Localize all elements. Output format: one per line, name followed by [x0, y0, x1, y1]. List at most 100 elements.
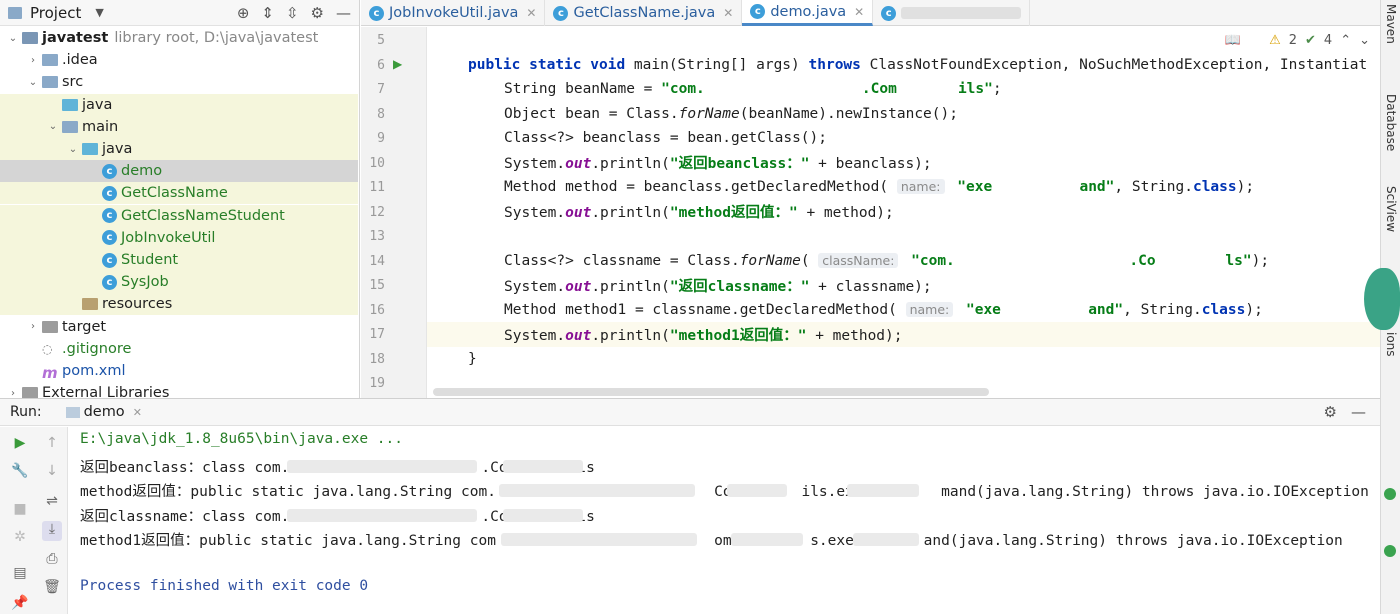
tab-jobinvokeutil[interactable]: c JobInvokeUtil.java ✕	[361, 0, 546, 26]
code-line[interactable]: String beanName = "com. .Com ils";	[427, 77, 1380, 102]
tree-item-resources[interactable]: resources	[0, 293, 358, 316]
tab-getclassname[interactable]: c GetClassName.java ✕	[545, 0, 743, 26]
tree-item-label: pom.xml	[62, 363, 126, 379]
locate-icon[interactable]: ⊕	[237, 4, 250, 22]
code-line[interactable]: System.out.println("method返回值：" + method…	[427, 200, 1380, 225]
notifications-tool[interactable]: ions	[1384, 332, 1398, 357]
redaction	[499, 484, 695, 497]
wrench-icon[interactable]: 🔧	[10, 463, 30, 483]
down-arrow-icon[interactable]: ↓	[42, 463, 62, 483]
mascot-image	[1364, 268, 1400, 330]
chevron-down-icon[interactable]: ⌄	[6, 33, 20, 44]
run-tab-demo[interactable]: demo ✕	[64, 404, 142, 420]
scroll-to-end-icon[interactable]: ⤓	[42, 521, 62, 541]
source-folder-icon	[62, 98, 78, 111]
code-line[interactable]: public static void main(String[] args) t…	[427, 53, 1380, 78]
tree-item--gitignore[interactable]: ◌ .gitignore	[0, 338, 358, 360]
tree-item-main[interactable]: ⌄ main	[0, 115, 358, 138]
code-line[interactable]: System.out.println("返回classname：" + clas…	[427, 273, 1380, 298]
code-text: Method method = beanclass.getDeclaredMet…	[504, 179, 1255, 196]
sciview-tool[interactable]: SciView	[1384, 186, 1398, 232]
chevron-down-icon[interactable]: ⌄	[66, 144, 80, 155]
horizontal-scrollbar[interactable]	[433, 388, 989, 396]
gear-icon[interactable]: ⚙	[311, 4, 324, 22]
redaction	[853, 533, 919, 546]
tab-demo[interactable]: c demo.java ✕	[742, 0, 874, 26]
project-panel-title[interactable]: Project	[30, 4, 81, 22]
chevron-down-icon[interactable]: ⌄	[26, 77, 40, 88]
code-line[interactable]	[427, 224, 1380, 249]
tree-item-external-libraries[interactable]: › External Libraries	[0, 382, 358, 398]
chevron-down-icon[interactable]: ⌄	[46, 121, 60, 132]
reader-mode-icon[interactable]: 📖	[1225, 33, 1241, 48]
minimize-icon[interactable]: —	[336, 4, 351, 22]
tree-item-jobinvokeutil[interactable]: c JobInvokeUtil	[0, 226, 358, 249]
code-line[interactable]: System.out.println("method1返回值：" + metho…	[427, 322, 1380, 347]
up-arrow-icon[interactable]: ↑	[42, 435, 62, 455]
code-line[interactable]: Method method1 = classname.getDeclaredMe…	[427, 298, 1380, 323]
chevron-down-icon[interactable]: ⌄	[1359, 33, 1370, 48]
tree-item-java[interactable]: java	[0, 93, 358, 116]
chevron-down-icon[interactable]: ▼	[95, 6, 103, 19]
database-tool[interactable]: Database	[1384, 94, 1398, 151]
project-icon	[8, 6, 22, 19]
line-number: 18	[369, 351, 385, 367]
close-icon[interactable]: ✕	[723, 6, 733, 20]
chevron-right-icon[interactable]: ›	[6, 388, 20, 398]
code-line[interactable]: System.out.println("返回beanclass：" + bean…	[427, 151, 1380, 176]
collapse-all-icon[interactable]: ⇳	[286, 4, 299, 22]
rerun-icon[interactable]: ▶	[10, 435, 30, 455]
code-line[interactable]: Class<?> classname = Class.forName( clas…	[427, 249, 1380, 274]
stop-icon[interactable]: ■	[10, 501, 30, 521]
chevron-up-icon[interactable]: ⌃	[1340, 33, 1351, 48]
run-gutter-icon[interactable]: ▶	[393, 57, 402, 71]
tree-item-demo[interactable]: c demo	[0, 160, 358, 183]
trash-icon[interactable]: 🗑	[42, 579, 62, 599]
inspection-widget[interactable]: 📖 ⚠ 2 ✔ 4 ⌃ ⌄	[1225, 33, 1380, 48]
minimize-icon[interactable]: —	[1351, 403, 1366, 421]
code-text: Class<?> classname = Class.forName( clas…	[504, 252, 1270, 269]
debug-icon[interactable]: ✲	[10, 529, 30, 549]
tree-item-student[interactable]: c Student	[0, 249, 358, 271]
tree-item-label: .gitignore	[62, 340, 132, 357]
tab-blurred[interactable]: c	[873, 0, 1031, 26]
redaction	[501, 533, 697, 546]
warning-icon: ⚠	[1269, 33, 1281, 48]
maven-tool[interactable]: Maven	[1384, 4, 1398, 44]
tree-item-src[interactable]: ⌄ src	[0, 71, 358, 93]
close-icon[interactable]: ✕	[133, 406, 142, 419]
print-icon[interactable]: ⎙	[42, 551, 62, 571]
close-icon[interactable]: ✕	[526, 6, 536, 20]
code-line[interactable]: }	[427, 347, 1380, 372]
tree-item-getclassname[interactable]: c GetClassName	[0, 182, 358, 205]
close-icon[interactable]: ✕	[854, 5, 864, 19]
expand-all-icon[interactable]: ⇕	[261, 4, 274, 22]
code-line[interactable]: Method method = beanclass.getDeclaredMet…	[427, 175, 1380, 200]
tree-item-java[interactable]: ⌄ java	[0, 138, 358, 160]
run-tab-label: demo	[83, 404, 125, 420]
gear-icon[interactable]: ⚙	[1324, 403, 1337, 421]
maven-icon: m	[42, 364, 58, 382]
tree-item-label: SysJob	[121, 274, 169, 291]
chevron-right-icon[interactable]: ›	[26, 55, 40, 66]
run-console[interactable]: E:\java\jdk_1.8_8u65\bin\java.exe ... 返回…	[69, 427, 1380, 614]
soft-wrap-icon[interactable]: ⇌	[42, 493, 62, 513]
tree-item-sysjob[interactable]: c SysJob	[0, 271, 358, 294]
line-number: 5	[377, 33, 385, 48]
pin-icon[interactable]: 📌	[10, 595, 30, 614]
console-line: E:\java\jdk_1.8_8u65\bin\java.exe ...	[80, 431, 404, 447]
code-line[interactable]: Object bean = Class.forName(beanName).ne…	[427, 102, 1380, 127]
code-editor[interactable]: 5 6 public static void main(String[] args)…	[361, 27, 1380, 398]
tree-item-javatest[interactable]: ⌄ javatest library root, D:\java\javatest	[0, 27, 358, 49]
code-line[interactable]: Class<?> beanclass = bean.getClass();	[427, 126, 1380, 151]
tree-item-label: main	[82, 118, 119, 135]
layout-icon[interactable]: ▤	[10, 565, 30, 585]
tree-item-pom-xml[interactable]: m pom.xml	[0, 360, 358, 382]
tree-item--idea[interactable]: › .idea	[0, 49, 358, 71]
chevron-right-icon[interactable]: ›	[26, 321, 40, 332]
code-text: public static void main(String[] args) t…	[468, 56, 1368, 73]
tree-item-target[interactable]: › target	[0, 316, 358, 338]
class-icon: c	[102, 163, 117, 179]
code-text: Object bean = Class.forName(beanName).ne…	[504, 105, 958, 122]
tree-item-getclassnamestudent[interactable]: c GetClassNameStudent	[0, 204, 358, 227]
